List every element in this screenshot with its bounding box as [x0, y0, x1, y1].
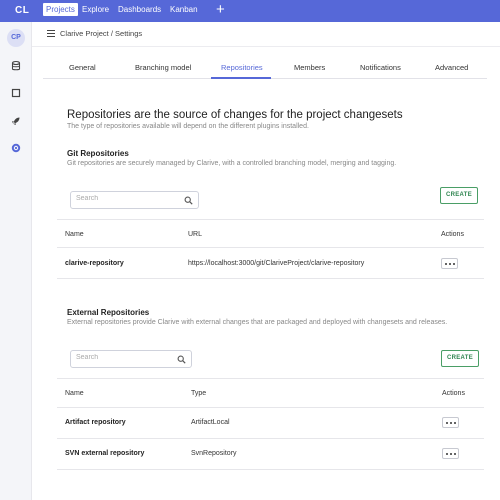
external-section-description: External repositories provide Clarive wi…	[67, 319, 448, 326]
external-row-name[interactable]: Artifact repository	[65, 419, 126, 426]
external-col-type: Type	[191, 390, 207, 397]
sidebar: CP	[0, 22, 32, 500]
active-tab-indicator	[211, 77, 271, 79]
external-search-input[interactable]	[76, 354, 172, 361]
menu-icon[interactable]	[47, 30, 55, 37]
table-divider	[57, 469, 484, 470]
app-logo[interactable]: CL	[15, 5, 29, 16]
external-row-type: SvnRepository	[191, 450, 237, 457]
tab-advanced[interactable]: Advanced	[435, 63, 468, 72]
git-search-input[interactable]	[76, 195, 178, 202]
table-divider	[57, 247, 484, 248]
gear-icon[interactable]	[10, 142, 22, 154]
page-subtitle: The type of repositories available will …	[67, 123, 309, 130]
database-icon[interactable]	[10, 60, 22, 72]
tab-members[interactable]: Members	[294, 63, 325, 72]
external-col-name: Name	[65, 390, 84, 397]
nav-explore[interactable]: Explore	[82, 5, 109, 14]
nav-dashboards[interactable]: Dashboards	[118, 5, 161, 14]
top-nav: CL Projects Explore Dashboards Kanban +	[0, 0, 500, 22]
git-row-name[interactable]: clarive-repository	[65, 260, 124, 267]
table-divider	[57, 278, 484, 279]
git-row-actions-button[interactable]	[441, 258, 458, 269]
external-search-field[interactable]	[70, 350, 192, 368]
external-row-name[interactable]: SVN external repository	[65, 450, 144, 457]
settings-tabs: General Branching model Repositories Mem…	[43, 57, 487, 79]
plus-icon[interactable]: +	[216, 2, 225, 17]
external-col-actions: Actions	[442, 390, 465, 397]
table-divider	[57, 378, 484, 379]
git-section-title: Git Repositories	[67, 149, 129, 158]
git-search-field[interactable]	[70, 191, 199, 209]
git-section-description: Git repositories are securely managed by…	[67, 160, 397, 167]
external-create-button[interactable]: CREATE	[441, 350, 479, 367]
tab-notifications[interactable]: Notifications	[360, 63, 401, 72]
table-divider	[57, 438, 484, 439]
external-row-actions-button[interactable]	[442, 448, 459, 459]
git-col-name: Name	[65, 231, 84, 238]
tab-general[interactable]: General	[69, 63, 96, 72]
git-create-button[interactable]: CREATE	[440, 187, 478, 204]
breadcrumb-text[interactable]: Clarive Project / Settings	[60, 29, 142, 38]
git-col-url: URL	[188, 231, 203, 238]
breadcrumb: Clarive Project / Settings	[32, 22, 500, 47]
nav-kanban[interactable]: Kanban	[170, 5, 198, 14]
page-title: Repositories are the source of changes f…	[67, 109, 403, 121]
external-section-title: External Repositories	[67, 308, 150, 317]
git-row-url: https://localhost:3000/git/ClariveProjec…	[188, 260, 365, 267]
nav-projects[interactable]: Projects	[43, 3, 78, 16]
tab-repositories[interactable]: Repositories	[221, 63, 263, 72]
square-icon[interactable]	[10, 87, 22, 99]
search-icon	[184, 196, 193, 205]
table-divider	[57, 407, 484, 408]
tab-branching-model[interactable]: Branching model	[135, 63, 191, 72]
external-row-type: ArtifactLocal	[191, 419, 230, 426]
git-col-actions: Actions	[441, 231, 464, 238]
avatar[interactable]: CP	[7, 29, 25, 47]
table-divider	[57, 219, 484, 220]
settings-card	[43, 80, 487, 500]
rocket-icon[interactable]	[10, 115, 22, 127]
search-icon	[177, 355, 186, 364]
external-row-actions-button[interactable]	[442, 417, 459, 428]
